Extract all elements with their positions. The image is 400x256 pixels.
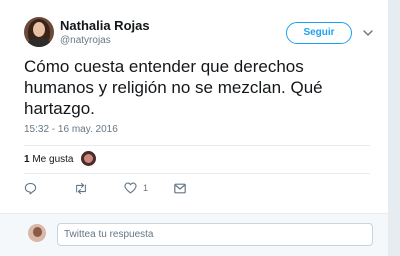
divider: [24, 173, 370, 174]
reply-input[interactable]: Twittea tu respuesta: [57, 223, 373, 246]
envelope-icon: [174, 183, 186, 193]
page-background-edge: [388, 0, 400, 256]
message-button[interactable]: [174, 181, 186, 195]
follow-button[interactable]: Seguir: [286, 22, 352, 44]
author-display-name[interactable]: Nathalia Rojas: [60, 18, 150, 33]
reply-button[interactable]: [24, 181, 37, 195]
likes-label: Me gusta: [32, 154, 74, 165]
author-username[interactable]: @natyrojas: [60, 35, 111, 46]
tweet-text: Cómo cuesta entender que derechos humano…: [24, 57, 323, 118]
reply-placeholder: Twittea tu respuesta: [64, 229, 154, 240]
reply-icon: [24, 182, 37, 194]
retweet-icon: [76, 182, 86, 194]
chevron-down-icon[interactable]: [362, 27, 374, 39]
likes-summary[interactable]: 1 Me gusta: [24, 154, 73, 165]
current-user-avatar[interactable]: [28, 224, 46, 242]
heart-icon: [124, 182, 137, 194]
like-button[interactable]: 1: [124, 181, 148, 195]
author-avatar[interactable]: [24, 17, 54, 47]
tweet-card: Nathalia Rojas @natyrojas Seguir Cómo cu…: [0, 0, 388, 256]
retweet-button[interactable]: [74, 181, 88, 195]
liker-avatar[interactable]: [81, 151, 96, 166]
like-count: 1: [143, 183, 149, 193]
likes-count: 1: [24, 154, 30, 165]
divider: [24, 145, 370, 146]
tweet-timestamp[interactable]: 15:32 - 16 may. 2016: [24, 124, 118, 135]
